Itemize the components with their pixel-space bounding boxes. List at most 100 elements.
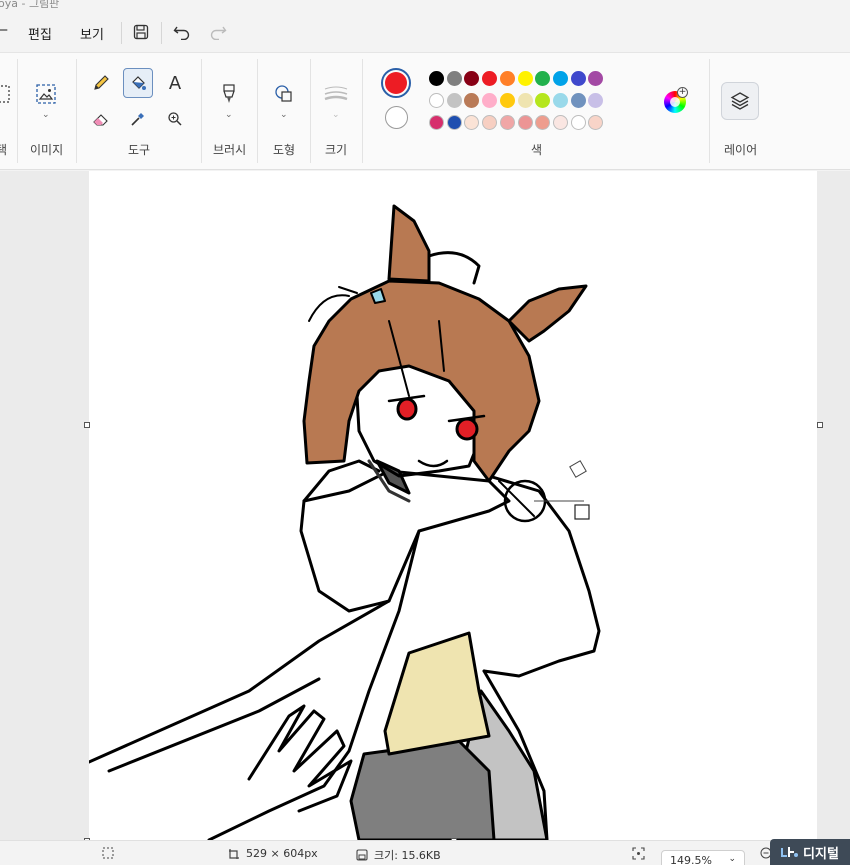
menu-view[interactable]: 보기	[80, 24, 104, 43]
chevron-down-icon[interactable]: ⌄	[42, 110, 50, 120]
group-label-selection: 택	[0, 143, 8, 157]
save-icon	[356, 849, 368, 861]
magnifier-icon[interactable]	[160, 104, 190, 134]
color-swatch[interactable]	[552, 71, 568, 86]
layers-button[interactable]	[721, 82, 759, 120]
color-swatch[interactable]	[570, 71, 586, 86]
group-label-size: 크기	[325, 143, 348, 157]
color-swatch[interactable]	[429, 115, 444, 130]
fill-icon[interactable]	[123, 68, 153, 98]
color-picker-icon[interactable]	[123, 104, 153, 134]
color-swatch[interactable]	[464, 115, 480, 130]
color-swatch[interactable]	[588, 71, 604, 86]
color-swatch[interactable]	[464, 71, 480, 86]
color-swatch[interactable]	[464, 93, 480, 108]
vest	[383, 631, 491, 756]
color-swatch[interactable]	[517, 115, 533, 130]
color-swatch[interactable]	[535, 115, 551, 130]
pencil-icon[interactable]	[86, 68, 116, 98]
ribbon-separator	[17, 59, 18, 163]
primary-color-button[interactable]	[381, 68, 411, 98]
color-swatch[interactable]	[482, 71, 498, 86]
chevron-down-icon[interactable]: ⌄	[225, 110, 233, 120]
color-swatch[interactable]	[588, 115, 604, 130]
selection-indicator	[102, 847, 114, 859]
fit-to-window-icon[interactable]	[632, 847, 645, 860]
image-icon[interactable]	[31, 79, 61, 109]
left-ear	[387, 204, 431, 283]
stray-line	[338, 286, 358, 294]
group-label-shapes: 도형	[273, 143, 296, 157]
watermark-badge: 디지털	[770, 839, 850, 865]
ribbon-separator	[76, 59, 77, 163]
color-swatch[interactable]	[499, 71, 515, 86]
ribbon-toolbar: 택 ⌄ 이미지 A 도구 ⌄ 브러시 ⌄ 도형 ⌄ 크기 + 색 레이어	[0, 52, 850, 170]
watermark-text: 디지털	[803, 846, 839, 862]
chevron-down-icon[interactable]: ⌄	[280, 110, 288, 120]
ribbon-separator	[709, 59, 710, 163]
save-icon[interactable]	[130, 21, 152, 43]
color-swatch[interactable]	[429, 71, 444, 86]
chevron-down-icon: ⌄	[728, 854, 736, 864]
drawing-canvas[interactable]	[89, 171, 817, 840]
skirt	[349, 739, 496, 840]
hair	[302, 279, 541, 483]
group-label-tools: 도구	[128, 143, 151, 157]
resize-handle	[574, 504, 590, 520]
mouth	[417, 459, 449, 468]
left-eye	[396, 397, 418, 421]
rotation-handle	[569, 460, 587, 478]
menu-separator	[161, 22, 162, 44]
canvas-size-icon	[229, 848, 239, 859]
brush-icon[interactable]	[214, 79, 244, 109]
color-swatch[interactable]	[446, 93, 462, 108]
color-swatch[interactable]	[570, 93, 586, 108]
menu-edit[interactable]: 편집	[28, 24, 52, 43]
dimensions-indicator: 529 × 604px	[228, 847, 318, 860]
color-swatch[interactable]	[429, 93, 444, 108]
color-swatch[interactable]	[517, 93, 533, 108]
ribbon-separator	[310, 59, 311, 163]
artwork	[89, 204, 601, 840]
menu-bar: — 편집 보기	[0, 14, 850, 52]
layers-icon	[730, 92, 750, 110]
selection-icon	[102, 847, 114, 859]
color-swatch[interactable]	[535, 93, 551, 108]
color-swatch[interactable]	[517, 71, 533, 86]
title-bar: oya - 그림판	[0, 0, 850, 14]
edit-colors-icon[interactable]: +	[664, 87, 688, 113]
canvas-resize-handle[interactable]	[817, 422, 823, 428]
canvas-area	[0, 171, 850, 844]
group-label-layers: 레이어	[724, 143, 758, 157]
left-arm	[299, 499, 391, 613]
color-swatch[interactable]	[535, 71, 551, 86]
secondary-color-button[interactable]	[385, 106, 408, 129]
shapes-icon[interactable]	[269, 79, 299, 109]
color-swatch[interactable]	[588, 93, 604, 108]
right-eye	[455, 417, 479, 441]
chevron-down-icon[interactable]: ⌄	[332, 110, 340, 120]
ribbon-separator	[201, 59, 202, 163]
undo-icon[interactable]	[171, 21, 193, 43]
color-swatch[interactable]	[482, 93, 498, 108]
right-ear	[507, 284, 588, 343]
color-swatch[interactable]	[552, 93, 568, 108]
primary-color-swatch	[385, 72, 407, 94]
redo-icon[interactable]	[207, 21, 229, 43]
color-swatch[interactable]	[446, 115, 462, 130]
color-swatch[interactable]	[482, 115, 498, 130]
color-swatch[interactable]	[552, 115, 568, 130]
menu-file-fragment[interactable]: —	[0, 22, 8, 38]
ribbon-separator	[257, 59, 258, 163]
color-swatch[interactable]	[499, 115, 515, 130]
select-icon[interactable]	[0, 79, 16, 109]
color-swatch[interactable]	[570, 115, 586, 130]
color-swatch[interactable]	[499, 93, 515, 108]
zoom-select[interactable]: 149.5% ⌄	[661, 850, 745, 865]
eraser-icon[interactable]	[86, 104, 116, 134]
canvas-resize-handle[interactable]	[84, 422, 90, 428]
text-tool-icon[interactable]: A	[160, 68, 190, 98]
color-swatch[interactable]	[446, 71, 462, 86]
zoom-level: 149.5%	[670, 854, 712, 865]
stroke-size-icon[interactable]	[321, 79, 351, 109]
